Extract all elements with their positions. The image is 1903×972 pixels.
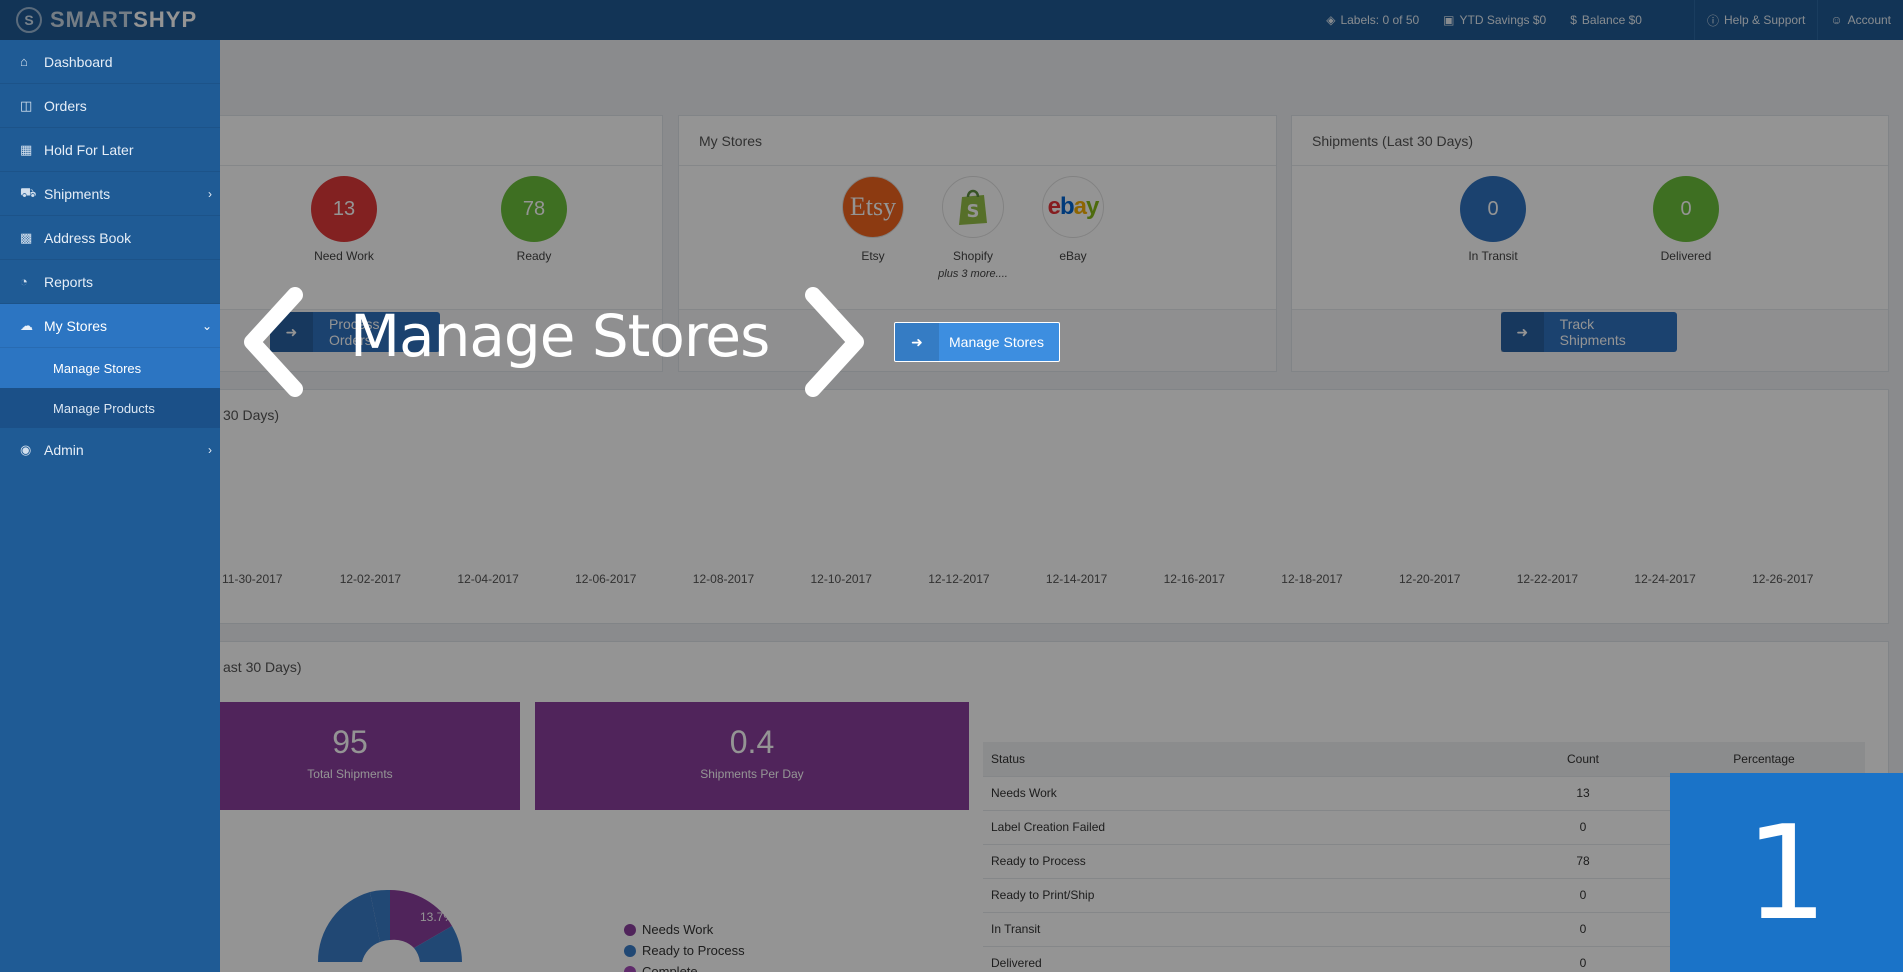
cart-icon: ☁ <box>20 317 33 333</box>
step-number-badge: 1 <box>1670 773 1903 972</box>
chevron-down-icon: ⌄ <box>201 318 212 333</box>
sidebar-subitem-manage-stores[interactable]: Manage Stores <box>0 348 220 388</box>
chevron-right-icon: › <box>208 186 212 201</box>
sidebar-item-reports[interactable]: ◔ Reports <box>0 260 220 304</box>
calendar-icon: ▦ <box>20 141 33 157</box>
truck-icon: ⛟ <box>20 184 37 200</box>
sidebar-subitem-manage-products[interactable]: Manage Products <box>0 388 220 428</box>
home-icon: ⌂ <box>20 54 28 69</box>
callout-next-arrow-icon[interactable] <box>795 285 875 400</box>
sidebar-item-dashboard[interactable]: ⌂ Dashboard <box>0 40 220 84</box>
sidebar-item-hold-for-later[interactable]: ▦ Hold For Later <box>0 128 220 172</box>
sidebar-item-shipments[interactable]: ⛟ Shipments › <box>0 172 220 216</box>
sidebar-item-my-stores[interactable]: ☁ My Stores ⌄ <box>0 304 220 348</box>
basket-icon: ◫ <box>20 97 33 113</box>
callout-title: Manage Stores <box>350 302 770 370</box>
tutorial-dim-overlay <box>0 0 1903 972</box>
chevron-right-icon: › <box>208 443 212 457</box>
sidebar: ⌂ Dashboard ◫ Orders ▦ Hold For Later ⛟ Ship… <box>0 40 220 972</box>
sidebar-item-address-book[interactable]: ▩ Address Book <box>0 216 220 260</box>
pie-chart-icon: ◔ <box>20 274 28 289</box>
circle-arrow-icon: ➜ <box>895 323 939 361</box>
address-book-icon: ▩ <box>20 229 33 245</box>
sidebar-item-orders[interactable]: ◫ Orders <box>0 84 220 128</box>
sidebar-item-admin[interactable]: ◉ Admin › <box>0 428 220 472</box>
callout-prev-arrow-icon[interactable] <box>240 285 320 400</box>
lock-icon: ◉ <box>20 442 32 457</box>
highlighted-manage-stores-button[interactable]: ➜ Manage Stores <box>894 322 1060 362</box>
